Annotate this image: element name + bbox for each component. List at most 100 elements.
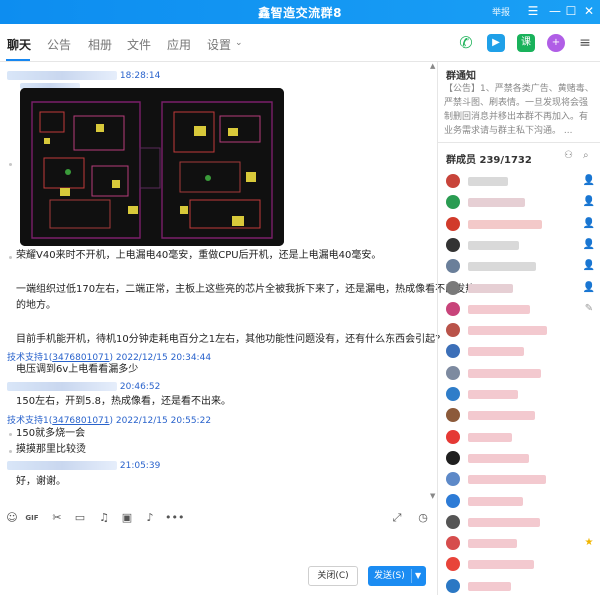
message-header: 技术支持1(3476801071) 2022/12/15 20:55:22 [7, 416, 212, 426]
member-name-redacted [468, 517, 540, 527]
scroll-up-icon[interactable]: ▲ [430, 62, 435, 70]
member-row[interactable]: ✎ [446, 300, 598, 320]
message-header: 18:28:14 [7, 71, 160, 81]
lesson-icon[interactable]: 课 [517, 34, 535, 52]
notice-text[interactable]: 【公告】1、严禁各类广告、黄赌毒、严禁斗图、刷表情。一旦发现将会强制删回消息并移… [444, 82, 594, 138]
message-time: 18:28:14 [119, 71, 161, 81]
avatar [446, 493, 460, 508]
members-title: 群成员 239/1732 [446, 155, 532, 166]
close-icon[interactable]: ✕ [580, 2, 598, 20]
menu-icon[interactable]: ☰ [524, 2, 542, 20]
tab-album[interactable]: 相册 [88, 36, 112, 53]
member-name-redacted [468, 432, 512, 442]
member-row[interactable]: 👤 [446, 215, 598, 235]
history-icon[interactable]: ◷ [416, 511, 430, 525]
avatar [446, 216, 460, 231]
member-name-redacted [468, 496, 523, 506]
avatar [446, 387, 460, 401]
admin-icon: 👤 [582, 238, 596, 250]
avatar [446, 450, 460, 465]
member-row[interactable] [446, 406, 598, 426]
avatar [446, 429, 460, 444]
avatar [446, 408, 460, 423]
member-name-redacted [468, 347, 524, 357]
music-icon[interactable]: ♫ [97, 511, 111, 525]
member-row[interactable] [446, 470, 598, 490]
member-row[interactable] [446, 321, 598, 341]
avatar [446, 578, 460, 593]
avatar [446, 557, 460, 572]
member-row[interactable] [446, 577, 598, 597]
member-row[interactable]: 👤 [446, 172, 598, 192]
scissors-icon[interactable]: ✂ [50, 511, 64, 525]
member-row[interactable] [446, 428, 598, 448]
tab-apps[interactable]: 应用 [167, 36, 191, 53]
maximize-icon[interactable]: ☐ [562, 2, 580, 20]
chevron-down-icon[interactable]: ▼ [415, 566, 421, 586]
scroll-down-icon[interactable]: ▼ [430, 492, 435, 500]
member-row[interactable]: ★ [446, 534, 598, 554]
message-time: 20:46:52 [119, 382, 161, 392]
pcb-image[interactable] [20, 88, 284, 246]
chat-scrollbar[interactable]: ▲ ▼ [430, 62, 436, 502]
video-icon[interactable]: ▶ [487, 34, 505, 52]
image-icon[interactable]: ▣ [120, 511, 134, 525]
chevron-down-icon[interactable]: ⌄ [235, 38, 243, 48]
search-icon[interactable]: ⌕ [583, 150, 589, 161]
member-row[interactable] [446, 449, 598, 469]
more-dots-icon[interactable]: ••• [165, 511, 184, 525]
admin-icon: 👤 [582, 196, 596, 208]
member-name-redacted [468, 304, 530, 314]
avatar [446, 344, 460, 359]
bell-icon[interactable]: ♪ [143, 511, 157, 525]
member-name-redacted [468, 198, 525, 208]
more-icon[interactable]: ≡ [576, 34, 594, 52]
sender-qq-link[interactable]: 3476801071 [52, 416, 109, 426]
expand-icon[interactable]: ⤢ [390, 511, 404, 525]
message-bullet [9, 256, 12, 259]
emoji-icon[interactable]: ☺ [5, 511, 19, 525]
report-button[interactable]: 举报 [492, 5, 510, 18]
member-row[interactable] [446, 342, 598, 362]
avatar [446, 536, 460, 551]
message-text: 目前手机能开机，待机10分钟走耗电百分之1左右，其他功能性问题没有，还有什么东西… [16, 334, 441, 345]
member-row[interactable] [446, 385, 598, 405]
gif-icon[interactable]: GIF [25, 511, 39, 525]
tab-announcement[interactable]: 公告 [47, 36, 71, 53]
avatar [446, 259, 460, 274]
member-name-redacted [468, 453, 529, 463]
avatar [446, 365, 460, 380]
member-row[interactable] [446, 513, 598, 533]
message-text: 好，谢谢。 [16, 476, 66, 487]
member-row[interactable]: 👤 [446, 257, 598, 277]
send-button[interactable]: 发送(S) ▼ [368, 566, 426, 586]
member-row[interactable] [446, 364, 598, 384]
phone-icon[interactable]: ✆ [457, 34, 475, 52]
member-name-redacted [468, 475, 546, 485]
input-toolbar: ☺ GIF ✂ ▭ ♫ ▣ ♪ ••• ⤢ ◷ [0, 505, 437, 529]
member-row[interactable]: 👤 [446, 193, 598, 213]
tab-files[interactable]: 文件 [127, 36, 151, 53]
admin-icon: 👤 [582, 260, 596, 272]
message-header: 20:46:52 [7, 382, 160, 392]
plus-icon[interactable]: + [547, 34, 565, 52]
folder-icon[interactable]: ▭ [73, 511, 87, 525]
message-bullet [9, 450, 12, 453]
close-button[interactable]: 关闭(C) [308, 566, 358, 586]
message-text: 荣耀V40来时不开机，上电漏电40毫安，重做CPU后开机，还是上电漏电40毫安。 [16, 250, 382, 261]
member-row[interactable] [446, 555, 598, 575]
member-name-redacted [468, 368, 541, 378]
message-header: 21:05:39 [7, 461, 160, 471]
tab-chat[interactable]: 聊天 [7, 36, 31, 53]
avatar [446, 174, 460, 188]
member-row[interactable] [446, 492, 598, 512]
avatar [446, 237, 460, 252]
message-bullet [9, 163, 12, 166]
admin-icon: 👤 [582, 175, 596, 186]
add-member-icon[interactable]: ⚇ [564, 150, 573, 161]
tab-settings[interactable]: 设置 [207, 36, 231, 53]
admin-icon: 👤 [582, 281, 596, 293]
member-row[interactable]: 👤 [446, 236, 598, 256]
notice-title: 群通知 [446, 71, 476, 82]
member-row[interactable]: 👤 [446, 279, 598, 299]
